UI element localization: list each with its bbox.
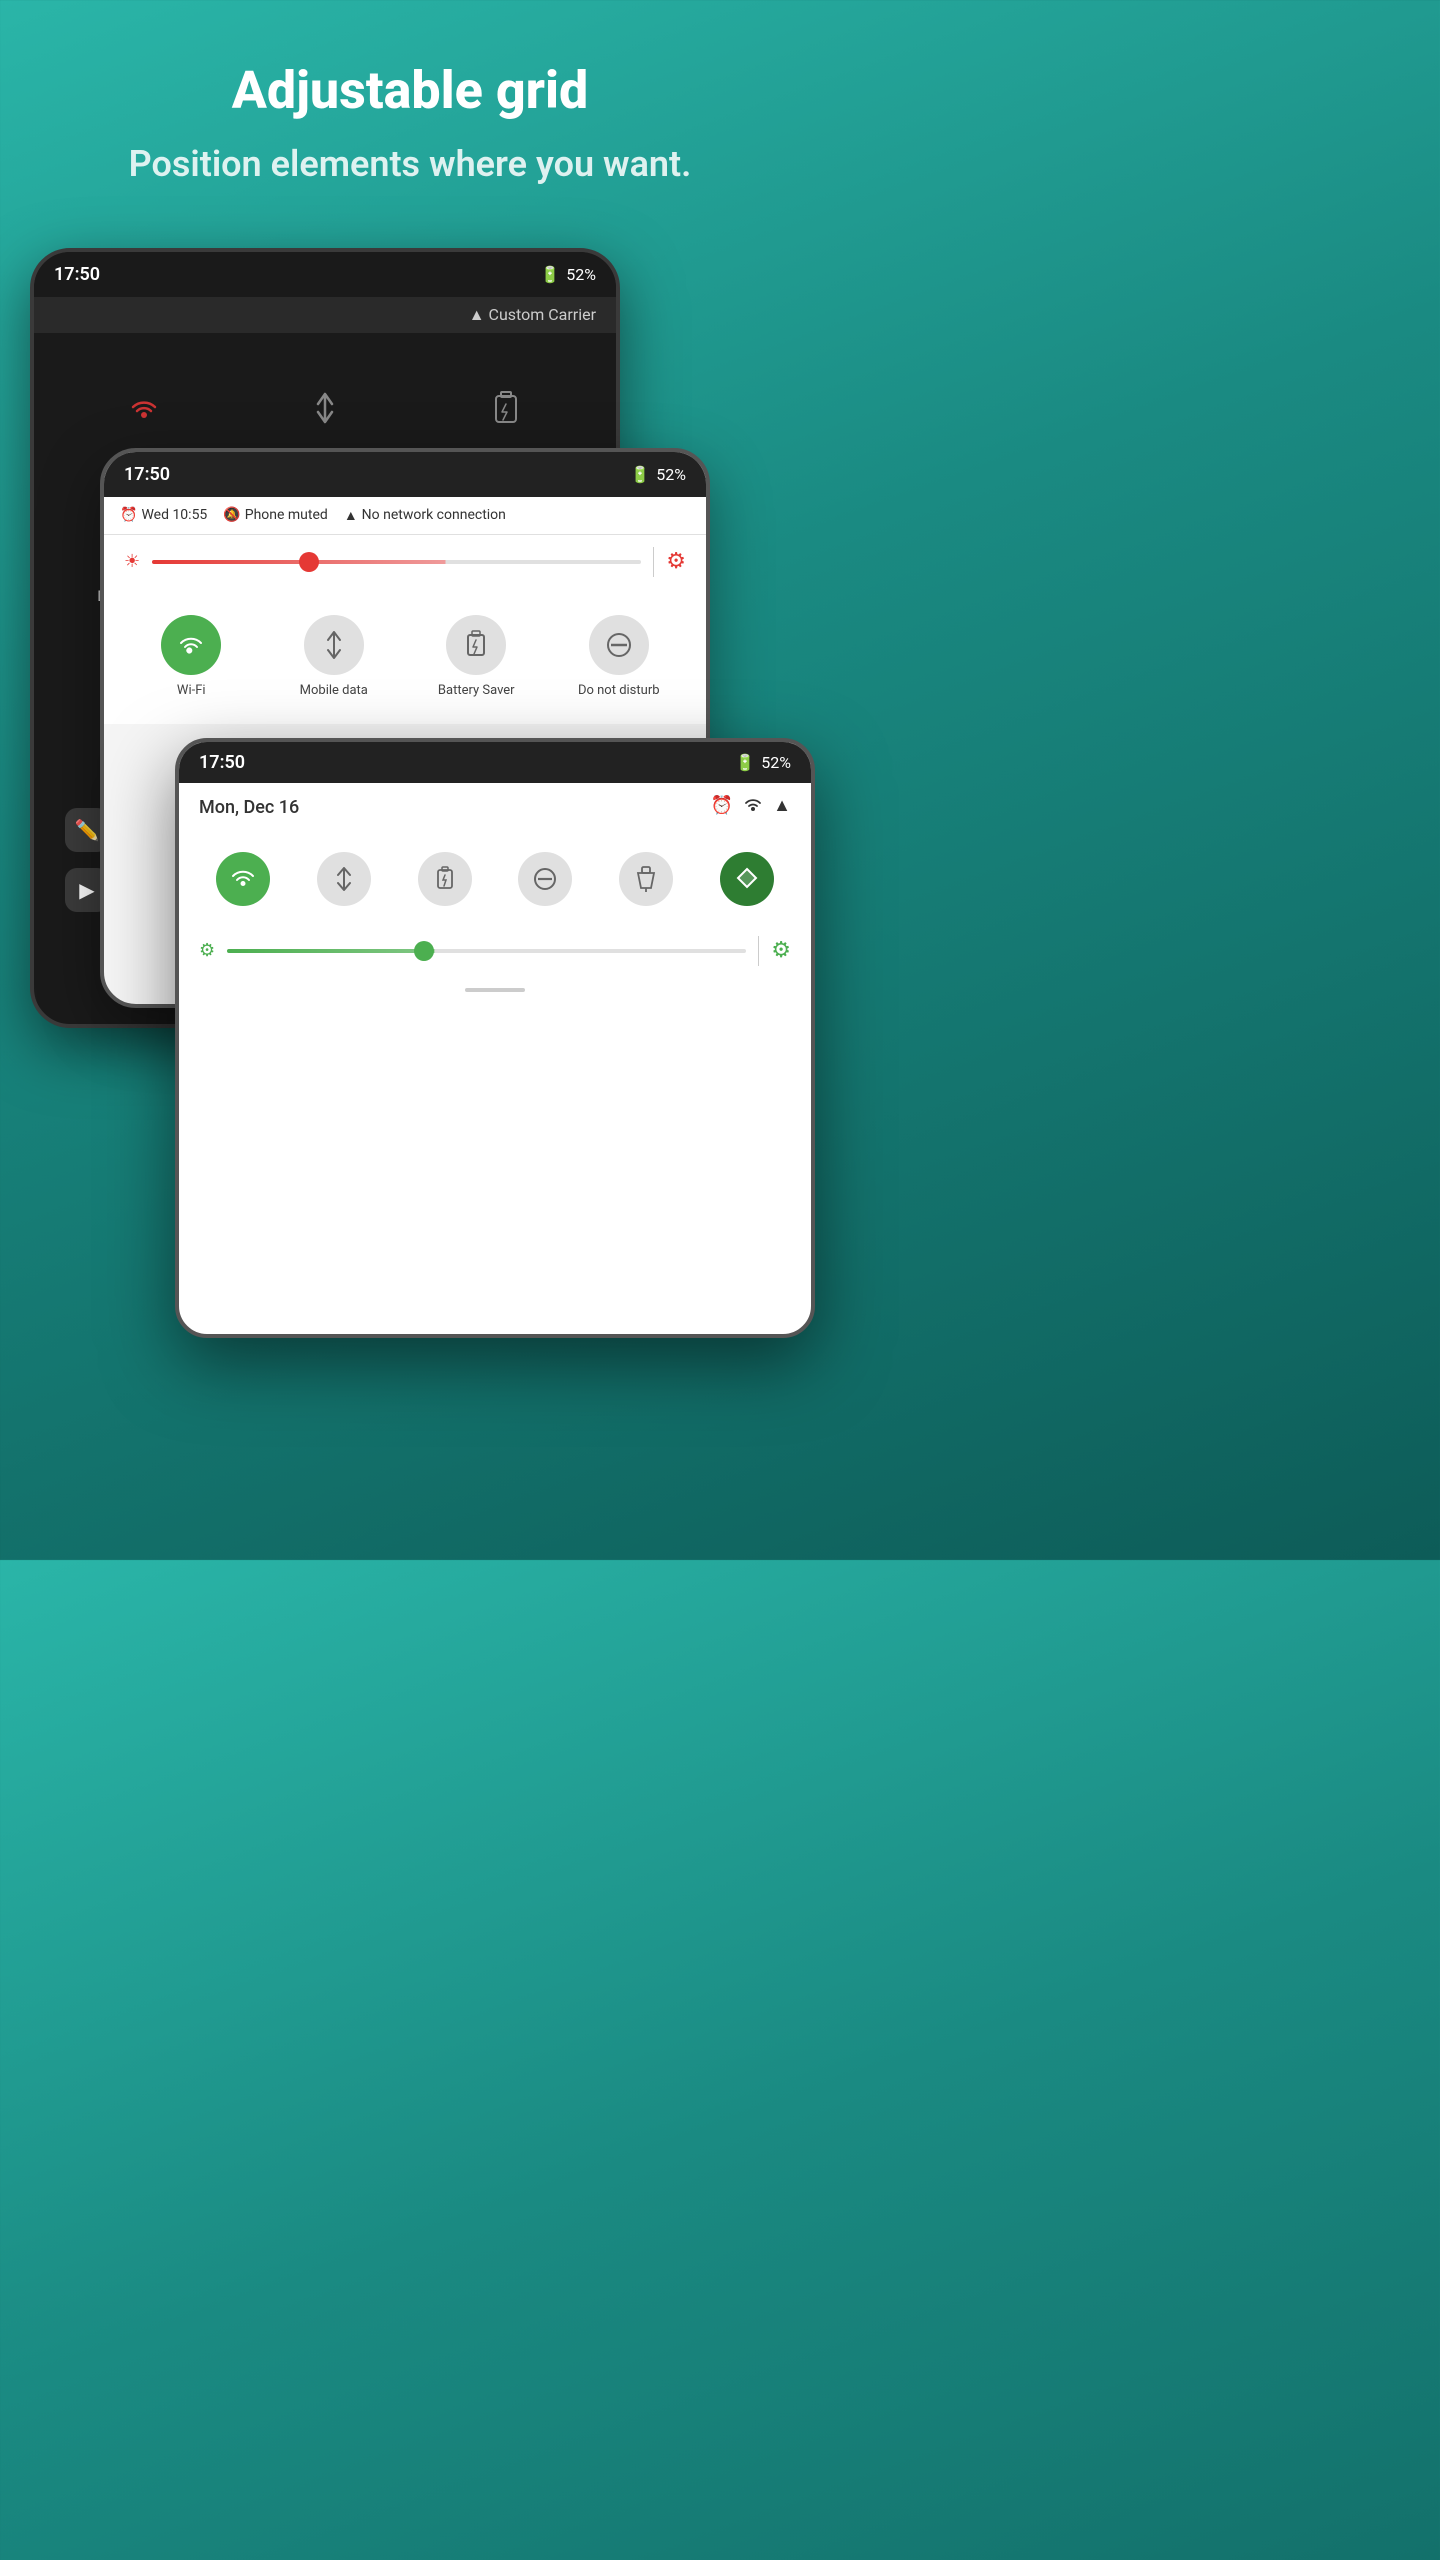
alarm-icon: ⏰ <box>120 507 137 523</box>
network-label: No network connection <box>362 507 506 523</box>
autorotate-front-circle <box>720 852 774 906</box>
front-auto-brightness-icon[interactable]: ⚙ <box>771 938 791 963</box>
tile-battery-mid[interactable]: Battery Saver <box>405 599 548 715</box>
brightness-divider <box>653 547 654 577</box>
tile-dnd-mid[interactable]: Do not disturb <box>548 599 691 715</box>
battery-front-circle <box>418 852 472 906</box>
brightness-thumb[interactable] <box>299 552 319 572</box>
wifi-icon-back <box>117 381 171 435</box>
front-wifi-icon <box>743 795 763 820</box>
front-brightness-slider[interactable] <box>227 949 746 953</box>
header-section: Adjustable grid Position elements where … <box>0 0 820 228</box>
front-date: Mon, Dec 16 <box>199 797 299 818</box>
dnd-front-circle <box>518 852 572 906</box>
alarm-notif: ⏰ Wed 10:55 <box>120 507 207 523</box>
carrier-bar: ▲ Custom Carrier <box>34 297 616 333</box>
mute-label: Phone muted <box>245 507 328 523</box>
mobile-icon-back <box>298 381 352 435</box>
tile-battery-label-mid: Battery Saver <box>438 683 515 699</box>
main-title: Adjustable grid <box>40 60 780 121</box>
battery-icon-back <box>479 381 533 435</box>
alarm-time: Wed 10:55 <box>141 507 207 523</box>
mid-time: 17:50 <box>124 464 170 485</box>
tile-mobile-front[interactable] <box>294 842 395 916</box>
tile-battery-front[interactable] <box>394 842 495 916</box>
mid-battery: 🔋 52% <box>630 465 686 484</box>
network-notif: ▲ No network connection <box>344 507 506 524</box>
tile-wifi-mid[interactable]: Wi-Fi <box>120 599 263 715</box>
phones-container: 17:50 🔋 52% ▲ Custom Carrier Wi-Fi <box>0 248 820 1348</box>
tile-autorotate-front[interactable] <box>696 842 797 916</box>
front-brightness-icon: ⚙ <box>199 940 215 961</box>
dnd-circle-mid <box>589 615 649 675</box>
mobile-front-circle <box>317 852 371 906</box>
front-brightness-row: ⚙ ⚙ <box>179 926 811 976</box>
network-signal-icon: ▲ <box>344 507 358 524</box>
front-date-bar: Mon, Dec 16 ⏰ ▲ <box>179 783 811 832</box>
tile-wifi-label-mid: Wi-Fi <box>177 683 206 699</box>
back-status-bar: 17:50 🔋 52% <box>34 252 616 297</box>
handle-bar <box>465 988 525 992</box>
mute-icon: 🔕 <box>223 507 240 523</box>
tile-mobile-label-mid: Mobile data <box>300 683 368 699</box>
flashlight-front-circle <box>619 852 673 906</box>
front-grid <box>179 832 811 926</box>
battery-circle-mid <box>446 615 506 675</box>
mid-notification-bar: ⏰ Wed 10:55 🔕 Phone muted ▲ No network c… <box>104 497 706 535</box>
mid-grid: Wi-Fi Mobile data <box>104 589 706 725</box>
auto-brightness-icon[interactable]: ⚙ <box>666 549 686 574</box>
wifi-circle-mid <box>161 615 221 675</box>
front-handle <box>179 976 811 1004</box>
phone-front: 17:50 🔋 52% Mon, Dec 16 ⏰ ▲ <box>175 738 815 1338</box>
carrier-name: Custom Carrier <box>489 305 596 324</box>
front-status-icons: ⏰ ▲ <box>711 795 791 820</box>
brightness-low-icon: ☀ <box>124 551 140 572</box>
back-time: 17:50 <box>54 264 100 285</box>
front-status-bar: 17:50 🔋 52% <box>179 742 811 783</box>
front-alarm-icon: ⏰ <box>711 795 733 820</box>
front-signal-icon: ▲ <box>773 795 791 820</box>
main-subtitle: Position elements where you want. <box>40 141 780 188</box>
brightness-slider[interactable] <box>152 560 641 564</box>
back-battery: 🔋 52% <box>540 265 596 284</box>
tile-flashlight-front[interactable] <box>596 842 697 916</box>
mid-status-bar: 17:50 🔋 52% <box>104 452 706 497</box>
tile-dnd-label-mid: Do not disturb <box>578 683 660 699</box>
front-battery: 🔋 52% <box>735 753 791 772</box>
front-brightness-thumb[interactable] <box>414 941 434 961</box>
tile-mobile-mid[interactable]: Mobile data <box>263 599 406 715</box>
front-brightness-divider <box>758 936 759 966</box>
wifi-front-circle <box>216 852 270 906</box>
mobile-circle-mid <box>304 615 364 675</box>
mid-brightness-row: ☀ ⚙ <box>104 535 706 589</box>
carrier-signal-icon: ▲ <box>469 305 485 324</box>
tile-dnd-front[interactable] <box>495 842 596 916</box>
front-time: 17:50 <box>199 752 245 773</box>
mute-notif: 🔕 Phone muted <box>223 507 328 523</box>
tile-wifi-front[interactable] <box>193 842 294 916</box>
